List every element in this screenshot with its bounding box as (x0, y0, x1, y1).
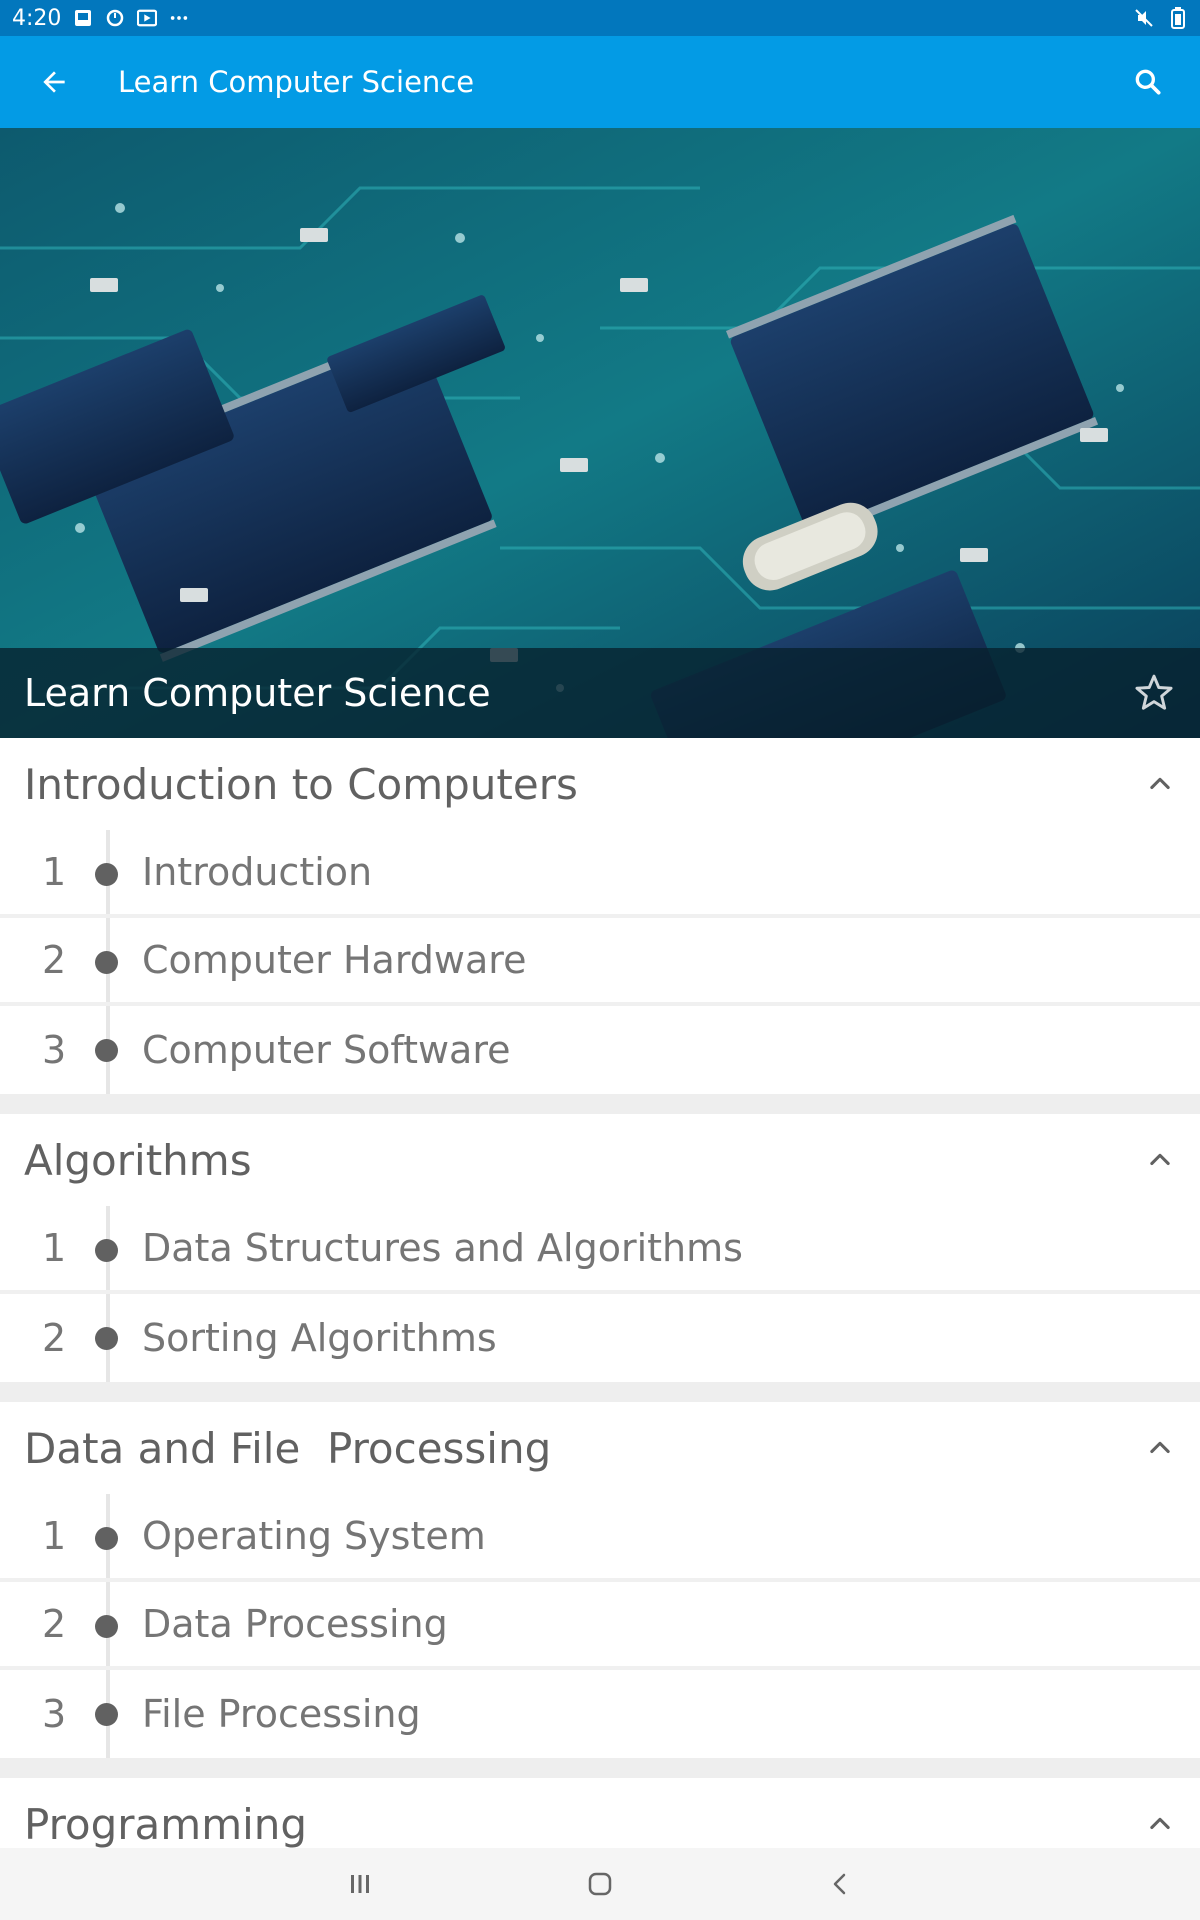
timeline-dot (95, 1327, 118, 1350)
timeline-dot (95, 1615, 118, 1638)
hero-title: Learn Computer Science (24, 671, 491, 715)
recents-button[interactable] (330, 1854, 390, 1914)
timeline-dot (95, 951, 118, 974)
item-label: Sorting Algorithms (142, 1316, 497, 1360)
back-arrow-button[interactable] (22, 50, 86, 114)
item-label: File Processing (142, 1692, 421, 1736)
item-number: 1 (42, 1226, 67, 1270)
media-icon (137, 8, 158, 28)
item-label: Data Processing (142, 1602, 448, 1646)
system-nav-bar (0, 1848, 1200, 1920)
section-header[interactable]: Programming (0, 1778, 1200, 1848)
item-number: 2 (42, 1316, 67, 1360)
status-bar: 4:20 (0, 0, 1200, 36)
app-title: Learn Computer Science (118, 65, 475, 99)
item-number: 1 (42, 1514, 67, 1558)
section-title: Algorithms (24, 1135, 252, 1185)
list-item[interactable]: 1 Introduction (0, 830, 1200, 918)
item-label: Introduction (142, 850, 373, 894)
section-title: Programming (24, 1799, 308, 1849)
mute-icon (1134, 8, 1154, 28)
hero-caption: Learn Computer Science (0, 648, 1200, 738)
timeline-dot (95, 1239, 118, 1262)
item-number: 2 (42, 1602, 67, 1646)
app-bar: Learn Computer Science (0, 36, 1200, 128)
list-item[interactable]: 3 File Processing (0, 1670, 1200, 1758)
chevron-up-icon[interactable] (1140, 1804, 1180, 1844)
item-number: 3 (42, 1028, 67, 1072)
timeline-dot (95, 1527, 118, 1550)
section-introduction-to-computers: Introduction to Computers 1 Introduction… (0, 738, 1200, 1094)
item-label: Computer Software (142, 1028, 511, 1072)
favorite-button[interactable] (1126, 665, 1182, 721)
circuit-board-image (0, 128, 1200, 738)
list-item[interactable]: 2 Sorting Algorithms (0, 1294, 1200, 1382)
recents-icon (351, 1875, 369, 1893)
course-list: Introduction to Computers 1 Introduction… (0, 738, 1200, 1848)
item-label: Operating System (142, 1514, 486, 1558)
back-button[interactable] (810, 1854, 870, 1914)
star-outline-icon (1135, 674, 1173, 710)
home-icon (588, 1872, 612, 1896)
chevron-up-icon[interactable] (1140, 764, 1180, 804)
timeline-dot (95, 1703, 118, 1726)
arrow-left-icon (43, 71, 65, 93)
status-time: 4:20 (12, 5, 62, 31)
chevron-up-icon[interactable] (1140, 1428, 1180, 1468)
list-item[interactable]: 1 Data Structures and Algorithms (0, 1206, 1200, 1294)
hero-banner: Learn Computer Science (0, 128, 1200, 738)
section-algorithms: Algorithms 1 Data Structures and Algorit… (0, 1114, 1200, 1382)
item-number: 3 (42, 1692, 67, 1736)
timeline-dot (95, 863, 118, 886)
battery-icon (1168, 7, 1188, 29)
search-icon (1135, 69, 1161, 95)
list-item[interactable]: 2 Computer Hardware (0, 918, 1200, 1006)
item-number: 1 (42, 850, 67, 894)
section-programming: Programming (0, 1778, 1200, 1848)
search-button[interactable] (1116, 50, 1180, 114)
section-header[interactable]: Data and File Processing (0, 1402, 1200, 1494)
list-item[interactable]: 2 Data Processing (0, 1582, 1200, 1670)
timeline-dot (95, 1039, 118, 1062)
section-title: Data and File Processing (24, 1423, 552, 1473)
list-item[interactable]: 3 Computer Software (0, 1006, 1200, 1094)
home-button[interactable] (570, 1854, 630, 1914)
section-header[interactable]: Introduction to Computers (0, 738, 1200, 830)
back-icon (833, 1873, 846, 1895)
sync-icon (105, 8, 125, 28)
item-label: Data Structures and Algorithms (142, 1226, 743, 1270)
section-title: Introduction to Computers (24, 759, 578, 809)
image-icon (73, 8, 93, 28)
section-data-and-file-processing: Data and File Processing 1 Operating Sys… (0, 1402, 1200, 1758)
item-number: 2 (42, 938, 67, 982)
item-label: Computer Hardware (142, 938, 527, 982)
more-dots-icon (169, 8, 189, 28)
section-header[interactable]: Algorithms (0, 1114, 1200, 1206)
chevron-up-icon[interactable] (1140, 1140, 1180, 1180)
list-item[interactable]: 1 Operating System (0, 1494, 1200, 1582)
